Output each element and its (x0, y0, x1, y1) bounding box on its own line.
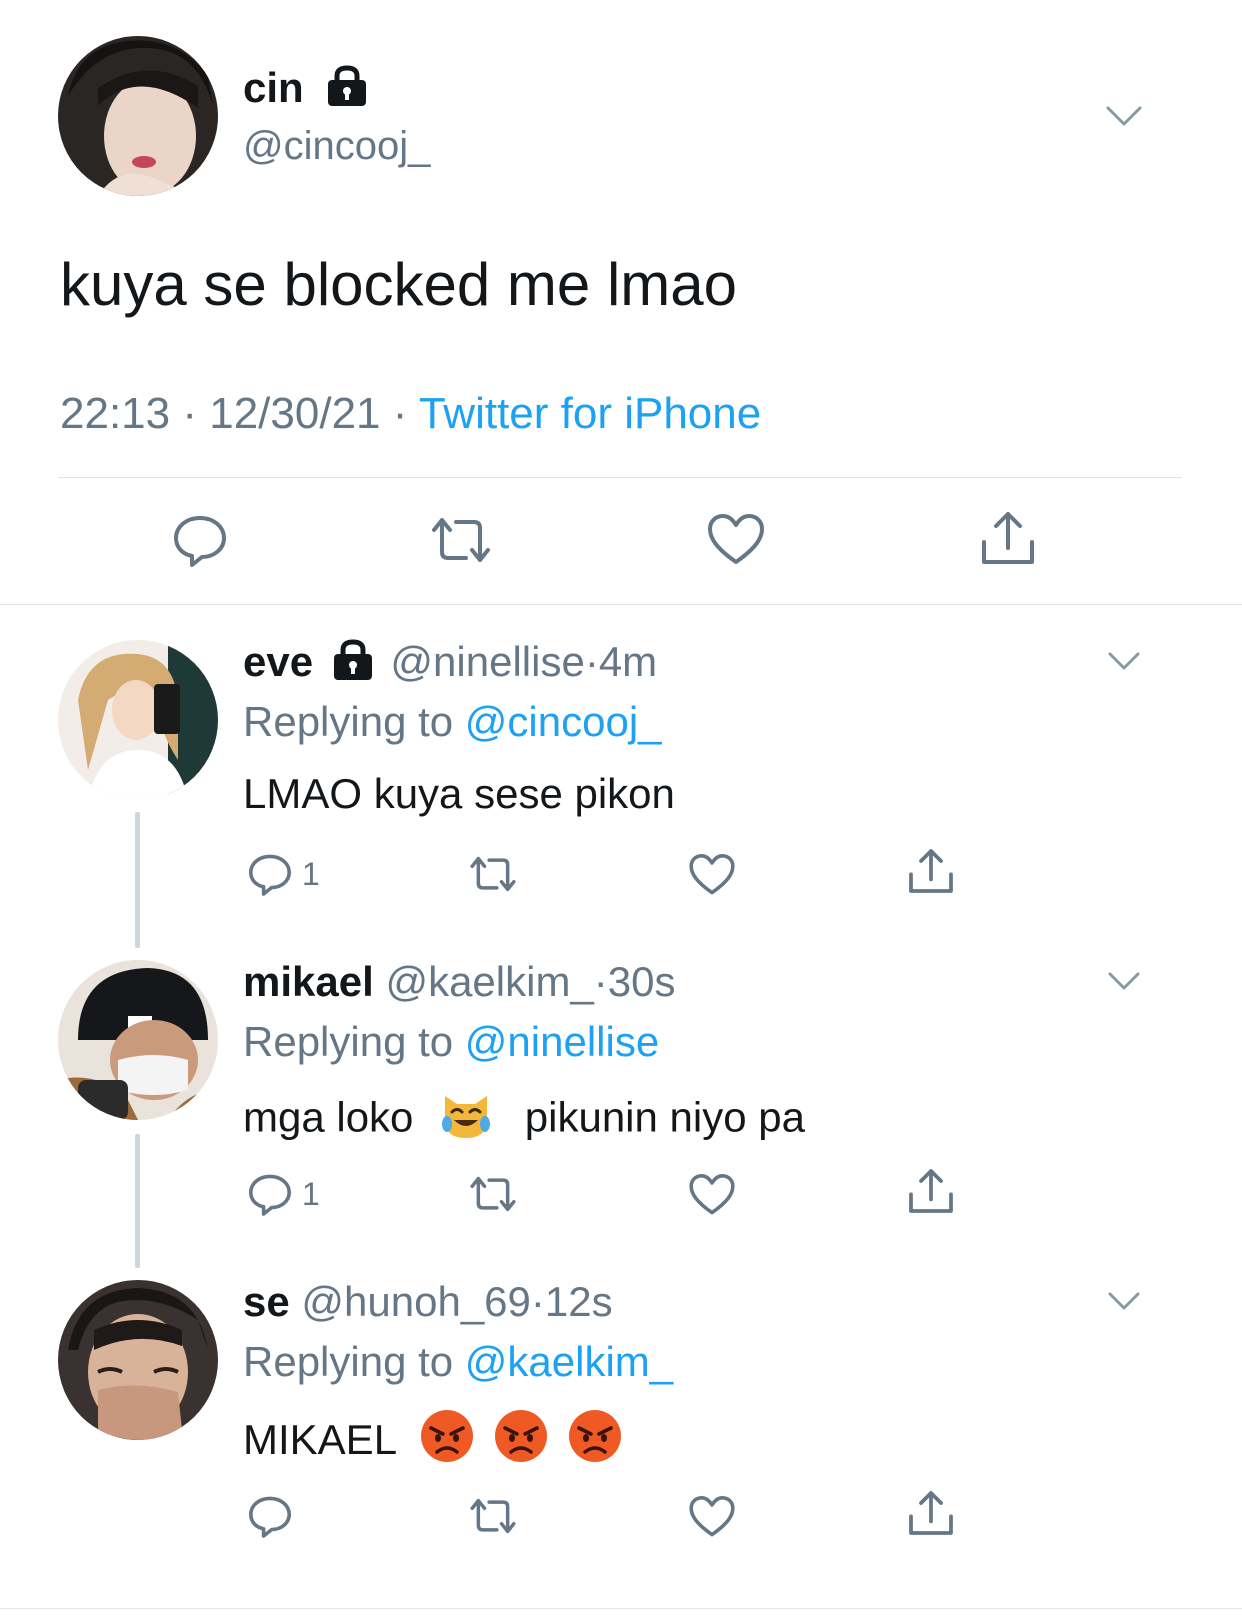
avatar-mikael[interactable] (58, 960, 218, 1120)
reply-count: 1 (302, 855, 320, 892)
thread-line (135, 812, 140, 948)
like-icon (689, 1174, 735, 1215)
reply-icon (249, 854, 291, 896)
handle[interactable]: @ninellise (390, 638, 584, 685)
chevron-down-icon[interactable] (1106, 970, 1142, 999)
replying-to-handle[interactable]: @ninellise (465, 1018, 659, 1065)
angry-face-emoji (567, 1408, 623, 1478)
like-button[interactable] (706, 512, 766, 568)
divider (0, 604, 1242, 605)
like-button[interactable] (688, 1172, 736, 1218)
tweet-text: kuya se blocked me lmao (60, 251, 737, 318)
retweet-icon (470, 1498, 516, 1534)
replying-prefix: Replying to (243, 698, 454, 745)
reply-age: 4m (598, 638, 658, 685)
thread-line (135, 1134, 140, 1268)
replying-to-line: Replying to @ninellise (243, 1018, 659, 1066)
avatar-eve[interactable] (58, 640, 218, 800)
meta-separator: · (593, 958, 608, 1005)
reply-text: LMAO kuya sese pikon (243, 770, 675, 817)
tweet-date: 12/30/21 (209, 389, 381, 438)
share-icon (909, 1491, 953, 1535)
reply-count: 1 (302, 1175, 320, 1212)
reply-text-part: mga loko (243, 1093, 414, 1141)
display-name[interactable]: cin (243, 64, 304, 111)
reply-button[interactable]: 1 (246, 850, 320, 898)
share-button[interactable] (978, 508, 1038, 568)
handle[interactable]: @hunoh_69 (301, 1278, 531, 1325)
angry-face-emoji (419, 1408, 475, 1478)
display-name[interactable]: se (243, 1278, 290, 1325)
like-icon (689, 854, 735, 895)
like-button[interactable] (688, 852, 736, 898)
avatar-se[interactable] (58, 1280, 218, 1440)
retweet-button[interactable] (466, 1494, 520, 1538)
reply-header: eve @ninellise·4m (243, 638, 657, 691)
display-name[interactable]: mikael (243, 958, 374, 1005)
share-icon (909, 1169, 953, 1213)
replying-to-line: Replying to @cincooj_ (243, 698, 662, 746)
reply-text-part: MIKAEL (243, 1416, 396, 1464)
reply-header: se @hunoh_69·12s (243, 1278, 613, 1326)
chevron-down-icon[interactable] (1104, 104, 1144, 135)
replying-to-handle[interactable]: @cincooj_ (465, 698, 662, 745)
reply-button[interactable] (170, 510, 230, 570)
lock-icon (325, 65, 369, 117)
reply-header: mikael @kaelkim_·30s (243, 958, 676, 1006)
replying-to-handle[interactable]: @kaelkim_ (465, 1338, 673, 1385)
retweet-icon (470, 1176, 516, 1212)
retweet-icon (470, 856, 516, 892)
retweet-button[interactable] (466, 1172, 520, 1216)
share-icon (909, 849, 953, 893)
reply-age: 30s (607, 958, 676, 1005)
reply-icon (174, 516, 226, 567)
reply-age: 12s (544, 1278, 613, 1325)
tweet-meta: 22:13 · 12/30/21 · Twitter for iPhone (60, 388, 761, 440)
chevron-down-icon[interactable] (1106, 1290, 1142, 1319)
retweet-button[interactable] (466, 852, 520, 896)
angry-face-emoji (493, 1408, 549, 1478)
retweet-icon (432, 518, 490, 562)
display-name[interactable]: eve (243, 638, 313, 685)
chevron-down-icon[interactable] (1106, 650, 1142, 679)
lock-icon (331, 639, 375, 691)
reply-button[interactable] (246, 1492, 302, 1540)
handle[interactable]: @cincooj_ (243, 122, 430, 170)
reply-icon (249, 1496, 291, 1538)
like-icon (689, 1496, 735, 1537)
reply-text: MIKAEL (243, 1408, 623, 1478)
replying-prefix: Replying to (243, 1018, 454, 1065)
replying-prefix: Replying to (243, 1338, 454, 1385)
reply-icon (249, 1174, 291, 1216)
reply-text-part: pikunin niyo pa (524, 1093, 805, 1141)
tweet-source[interactable]: Twitter for iPhone (419, 389, 761, 438)
share-button[interactable] (906, 1166, 956, 1216)
display-name-row: cin (243, 64, 369, 117)
like-button[interactable] (688, 1494, 736, 1540)
meta-separator: · (392, 389, 408, 438)
divider (58, 477, 1182, 478)
reply-button[interactable]: 1 (246, 1170, 320, 1218)
meta-separator: · (530, 1278, 545, 1325)
meta-separator: · (182, 389, 197, 438)
share-button[interactable] (906, 846, 956, 896)
divider (0, 1608, 1242, 1609)
avatar-cin[interactable] (58, 36, 218, 196)
reply-text: mga loko pikunin niyo pa (243, 1090, 805, 1151)
share-icon (982, 512, 1034, 564)
retweet-button[interactable] (426, 512, 496, 568)
tweet-time: 22:13 (60, 389, 171, 438)
replying-to-line: Replying to @kaelkim_ (243, 1338, 673, 1386)
handle[interactable]: @kaelkim_ (385, 958, 593, 1005)
share-button[interactable] (906, 1488, 956, 1538)
cat-tears-of-joy-emoji (439, 1090, 493, 1151)
meta-separator: · (584, 638, 599, 685)
like-icon (708, 514, 764, 564)
